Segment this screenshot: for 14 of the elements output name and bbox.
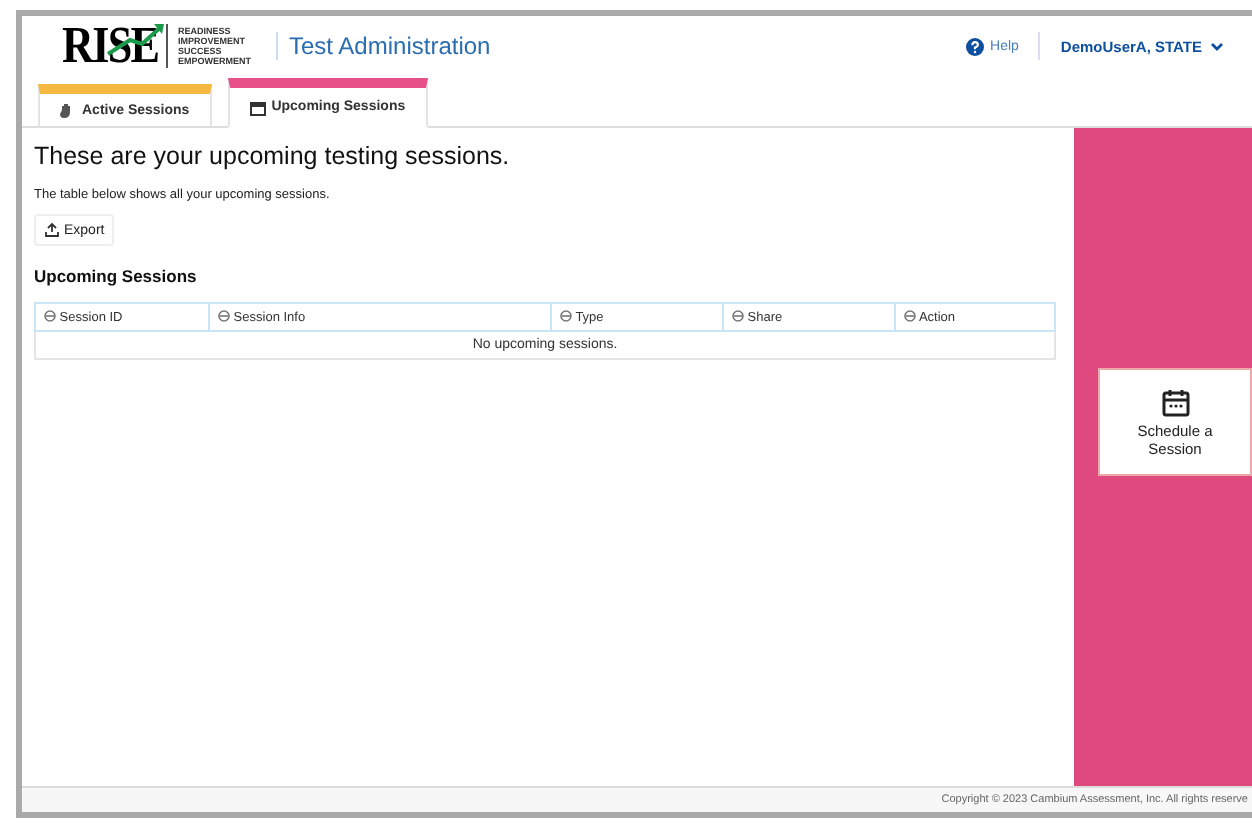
sort-icon <box>732 309 744 322</box>
sort-icon <box>560 309 572 322</box>
upload-icon <box>44 222 60 238</box>
calendar-icon <box>1161 387 1189 417</box>
section-title: Upcoming Sessions <box>34 266 199 286</box>
sort-icon <box>218 309 230 322</box>
sort-icon <box>44 309 56 322</box>
help-icon <box>966 37 985 55</box>
sort-icon <box>904 309 916 322</box>
chevron-down-icon <box>1210 41 1224 51</box>
page-heading: These are your upcoming testing sessions. <box>34 142 512 170</box>
calendar-icon <box>249 99 266 115</box>
hand-icon <box>60 102 76 118</box>
app-title: Test Administration <box>275 32 491 60</box>
